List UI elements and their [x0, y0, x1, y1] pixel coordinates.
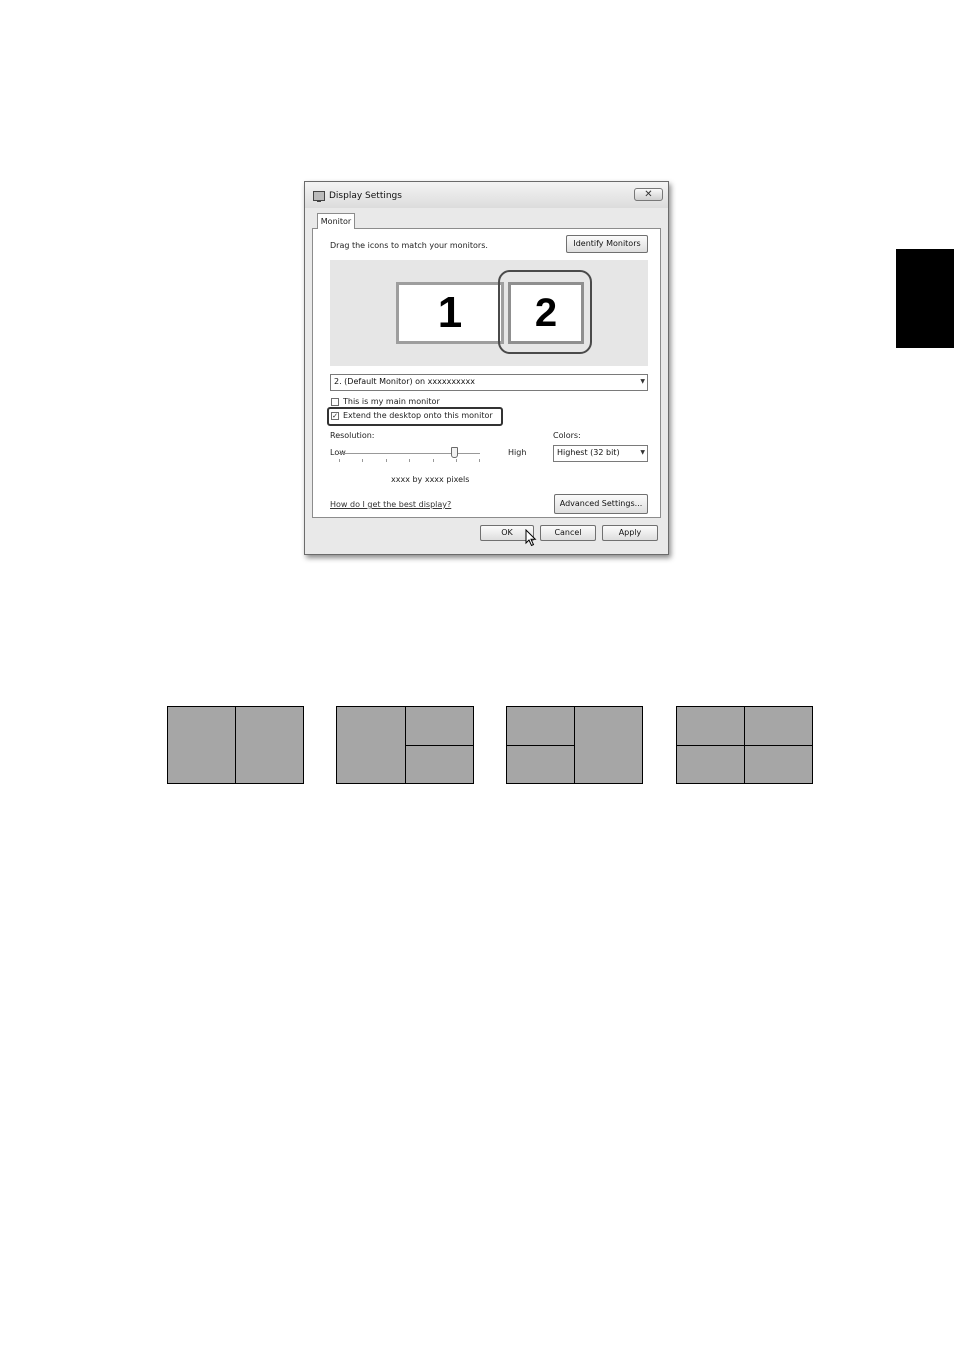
extend-desktop-highlight [327, 407, 503, 426]
best-display-help-link[interactable]: How do I get the best display? [330, 500, 451, 509]
slider-tick [362, 459, 363, 462]
layout-pane [574, 706, 643, 784]
monitor-select-value: 2. (Default Monitor) on xxxxxxxxxx [334, 377, 475, 386]
resolution-label: Resolution: [330, 431, 375, 440]
monitor-select[interactable]: 2. (Default Monitor) on xxxxxxxxxx ▼ [330, 374, 648, 391]
dialog-title: Display Settings [329, 191, 402, 201]
layout-pane [744, 706, 813, 746]
layout-pane [405, 706, 474, 746]
resolution-value: xxxx by xxxx pixels [391, 475, 470, 484]
slider-tick [339, 459, 340, 462]
identify-monitors-button[interactable]: Identify Monitors [566, 235, 648, 253]
layout-four-quadrants [676, 706, 813, 784]
layout-pane [744, 745, 813, 784]
layout-pane [506, 706, 575, 746]
title-bar: Display Settings ✕ [305, 182, 668, 208]
chevron-down-icon: ▼ [640, 449, 645, 456]
slider-tick [479, 459, 480, 462]
tab-monitor[interactable]: Monitor [317, 213, 355, 229]
colors-select[interactable]: Highest (32 bit) ▼ [553, 445, 648, 462]
layout-two-columns [167, 706, 304, 784]
slider-tick [456, 459, 457, 462]
monitor-1-icon[interactable]: 1 [396, 282, 504, 344]
cancel-button[interactable]: Cancel [540, 525, 596, 541]
main-monitor-checkbox[interactable] [331, 398, 339, 406]
apply-button[interactable]: Apply [602, 525, 658, 541]
mouse-pointer-icon [525, 529, 537, 547]
slider-tick [386, 459, 387, 462]
layout-pane [167, 706, 236, 784]
slider-tick [409, 459, 410, 462]
monitor-2-highlight [498, 270, 592, 354]
monitor-panel: Drag the icons to match your monitors. I… [312, 228, 661, 518]
layout-pane [676, 706, 745, 746]
main-monitor-label: This is my main monitor [343, 397, 440, 406]
layout-pane [506, 745, 575, 784]
layout-pane [235, 706, 304, 784]
chevron-down-icon: ▼ [640, 378, 645, 385]
layout-pane [336, 706, 406, 784]
close-button[interactable]: ✕ [634, 188, 663, 201]
colors-select-value: Highest (32 bit) [557, 448, 620, 457]
layout-pane [405, 745, 474, 784]
colors-label: Colors: [553, 431, 581, 440]
display-settings-icon [313, 191, 325, 202]
resolution-high-label: High [508, 448, 527, 457]
display-settings-dialog: Display Settings ✕ Monitor Drag the icon… [304, 181, 669, 555]
slider-tick [433, 459, 434, 462]
advanced-settings-button[interactable]: Advanced Settings... [554, 494, 648, 514]
resolution-slider-track[interactable] [339, 453, 480, 454]
layout-left-split-right-full [506, 706, 643, 784]
layout-left-full-right-split [336, 706, 474, 784]
chapter-tab-marker [896, 249, 954, 348]
monitor-arrangement-area: 1 2 [330, 260, 648, 366]
layout-pane [676, 745, 745, 784]
drag-instruction: Drag the icons to match your monitors. [330, 241, 488, 250]
resolution-slider-thumb[interactable] [451, 447, 458, 458]
close-icon: ✕ [644, 189, 653, 200]
